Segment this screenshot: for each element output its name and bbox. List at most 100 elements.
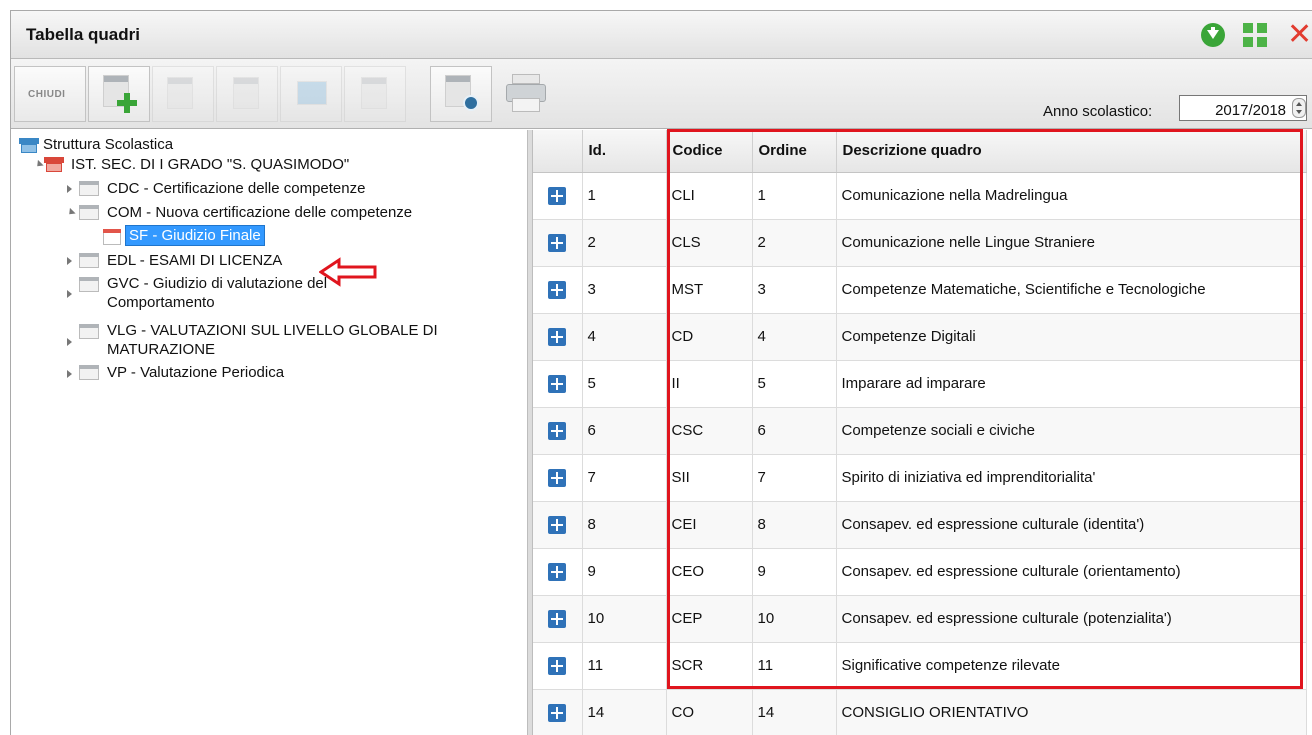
row-expander-cell [533, 548, 583, 596]
collapsed-arrow-icon[interactable] [67, 257, 72, 265]
table-row[interactable]: 7 SII 7 Spirito di iniziativa ed imprendito… [533, 454, 1307, 502]
add-document-button[interactable] [88, 66, 150, 122]
row-expander-cell [533, 501, 583, 549]
table-row[interactable]: 4 CD 4 Competenze Digitali [533, 313, 1307, 361]
row-expander-cell [533, 407, 583, 455]
cell-codice: CLI [666, 172, 753, 220]
options-button[interactable] [430, 66, 492, 122]
expand-row-icon[interactable] [548, 374, 567, 393]
folder-icon [79, 205, 99, 220]
collapsed-arrow-icon[interactable] [67, 338, 72, 346]
tree-item-vp[interactable]: VP - Valutazione Periodica [107, 364, 284, 381]
table-header-row: Id. Codice Ordine Descrizione quadro [533, 130, 1307, 173]
table-row[interactable]: 6 CSC 6 Competenze sociali e civiche [533, 407, 1307, 455]
folder-icon [79, 277, 99, 292]
cell-descrizione: Comunicazione nelle Lingue Straniere [836, 219, 1307, 267]
download-icon[interactable] [1201, 23, 1225, 47]
tree-item-gvc-line1[interactable]: GVC - Giudizio di valutazione del [107, 275, 327, 292]
table-row[interactable]: 2 CLS 2 Comunicazione nelle Lingue Stranier… [533, 219, 1307, 267]
cell-id: 5 [582, 360, 667, 408]
cell-codice: CD [666, 313, 753, 361]
expand-row-icon[interactable] [548, 656, 567, 675]
close-button-label: CHIUDI [28, 89, 66, 100]
expand-row-icon[interactable] [548, 421, 567, 440]
column-header-id[interactable]: Id. [582, 130, 667, 173]
tree-school-label[interactable]: IST. SEC. DI I GRADO "S. QUASIMODO" [71, 156, 349, 173]
cell-descrizione: Competenze sociali e civiche [836, 407, 1307, 455]
collapsed-arrow-icon[interactable] [67, 370, 72, 378]
cell-codice: SCR [666, 642, 753, 690]
cell-ordine: 14 [752, 689, 837, 735]
school-year-input[interactable] [1179, 95, 1307, 121]
delete-button[interactable] [216, 66, 278, 122]
cell-descrizione: Consapev. ed espressione culturale (orie… [836, 548, 1307, 596]
expand-row-icon[interactable] [548, 515, 567, 534]
row-expander-cell [533, 219, 583, 267]
school-year-label: Anno scolastico: [1043, 103, 1153, 120]
cell-id: 4 [582, 313, 667, 361]
expand-row-icon[interactable] [548, 703, 567, 722]
table-row[interactable]: 11 SCR 11 Significative competenze rilevate [533, 642, 1307, 690]
institute-icon [44, 157, 64, 173]
cell-id: 3 [582, 266, 667, 314]
edit-button[interactable] [152, 66, 214, 122]
table-row[interactable]: 3 MST 3 Competenze Matematiche, Scientifich… [533, 266, 1307, 314]
window-title: Tabella quadri [26, 25, 140, 44]
expand-arrow-icon[interactable] [34, 159, 44, 170]
column-header-expand [533, 130, 583, 173]
column-header-ordine[interactable]: Ordine [752, 130, 837, 173]
row-expander-cell [533, 642, 583, 690]
tree-root-label[interactable]: Struttura Scolastica [43, 136, 173, 153]
table-row[interactable]: 1 CLI 1 Comunicazione nella Madrelingua [533, 172, 1307, 220]
table-row[interactable]: 10 CEP 10 Consapev. ed espressione cultural… [533, 595, 1307, 643]
tree-item-gvc-line2[interactable]: Comportamento [107, 294, 215, 311]
quadri-grid: Id. Codice Ordine Descrizione quadro 1 CL… [533, 130, 1312, 735]
cell-id: 14 [582, 689, 667, 735]
basket-icon [297, 81, 327, 105]
cell-id: 2 [582, 219, 667, 267]
tree-item-vlg-line1[interactable]: VLG - VALUTAZIONI SUL LIVELLO GLOBALE DI [107, 322, 438, 339]
expand-row-icon[interactable] [548, 280, 567, 299]
tree-item-edl[interactable]: EDL - ESAMI DI LICENZA [107, 252, 282, 269]
column-header-codice[interactable]: Codice [666, 130, 753, 173]
cell-descrizione: Significative competenze rilevate [836, 642, 1307, 690]
cell-ordine: 2 [752, 219, 837, 267]
expand-row-icon[interactable] [548, 186, 567, 205]
cell-codice: II [666, 360, 753, 408]
collapsed-arrow-icon[interactable] [67, 290, 72, 298]
folder-icon [79, 253, 99, 268]
add-item-icon [361, 77, 387, 109]
cell-id: 10 [582, 595, 667, 643]
close-button[interactable]: CHIUDI [14, 66, 86, 122]
tree-item-vlg-line2[interactable]: MATURAZIONE [107, 341, 215, 358]
expand-row-icon[interactable] [548, 233, 567, 252]
column-header-descrizione[interactable]: Descrizione quadro [836, 130, 1307, 173]
print-button[interactable] [494, 66, 556, 122]
row-expander-cell [533, 266, 583, 314]
tree-item-sf-selected[interactable]: SF - Giudizio Finale [125, 225, 265, 246]
tree-item-cdc[interactable]: CDC - Certificazione delle competenze [107, 180, 365, 197]
add-item-button[interactable] [344, 66, 406, 122]
table-row[interactable]: 5 II 5 Imparare ad imparare [533, 360, 1307, 408]
table-row[interactable]: 14 CO 14 CONSIGLIO ORIENTATIVO [533, 689, 1307, 735]
table-row[interactable]: 9 CEO 9 Consapev. ed espressione culturale … [533, 548, 1307, 596]
cell-ordine: 1 [752, 172, 837, 220]
expand-arrow-icon[interactable] [66, 207, 76, 218]
delete-icon [233, 77, 259, 109]
year-spinner-icon[interactable] [1292, 98, 1306, 118]
cell-codice: CEP [666, 595, 753, 643]
table-row[interactable]: 8 CEI 8 Consapev. ed espressione culturale … [533, 501, 1307, 549]
expand-row-icon[interactable] [548, 562, 567, 581]
expand-row-icon[interactable] [548, 468, 567, 487]
cell-codice: CEI [666, 501, 753, 549]
expand-row-icon[interactable] [548, 327, 567, 346]
collapsed-arrow-icon[interactable] [67, 185, 72, 193]
expand-row-icon[interactable] [548, 609, 567, 628]
row-expander-cell [533, 689, 583, 735]
cell-descrizione: Spirito di iniziativa ed imprenditoriali… [836, 454, 1307, 502]
maximize-icon[interactable] [1243, 23, 1269, 49]
basket-button[interactable] [280, 66, 342, 122]
cell-ordine: 7 [752, 454, 837, 502]
close-icon[interactable]: ✕ [1287, 20, 1312, 50]
tree-item-com[interactable]: COM - Nuova certificazione delle compete… [107, 204, 412, 221]
